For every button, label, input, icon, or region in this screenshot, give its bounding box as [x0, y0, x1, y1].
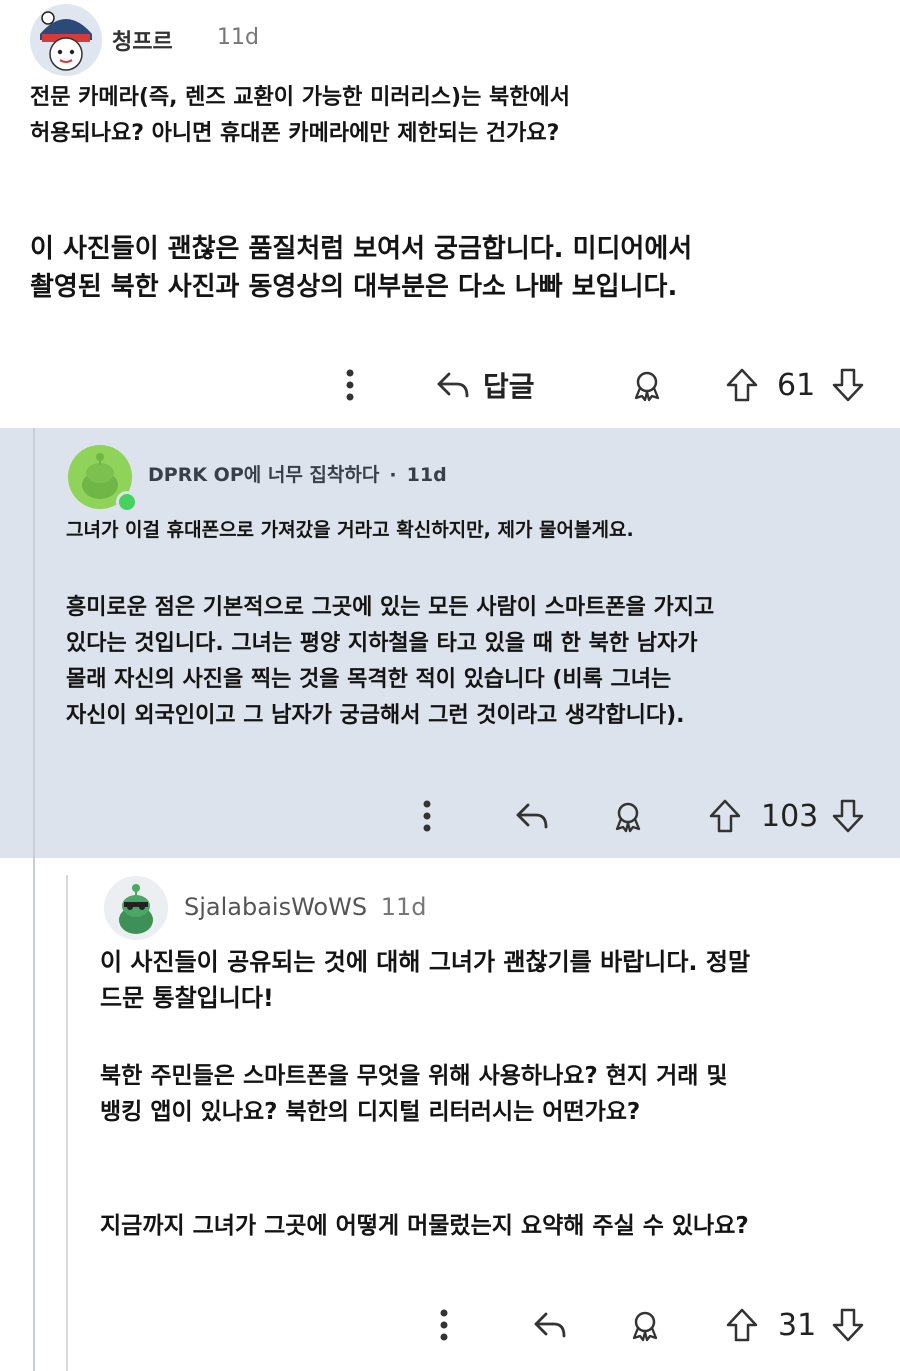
upvote-arrow-icon: [726, 1308, 758, 1342]
comment-body: 흥미로운 점은 기본적으로 그곳에 있는 모든 사람이 스마트폰을 가지고 있다…: [66, 590, 714, 734]
avatar[interactable]: [30, 4, 102, 76]
comment-body-question: 전문 카메라(즉, 렌즈 교환이 가능한 미러리스)는 북한에서 허용되나요? …: [30, 80, 570, 152]
text-line: 몰래 자신의 사진을 찍는 것을 목격한 적이 있습니다 (비록 그녀는: [66, 667, 672, 692]
comment-header: DPRK OP에 너무 집착하다 · 11d: [148, 460, 447, 487]
more-options-button[interactable]: [429, 1302, 459, 1348]
reply-button[interactable]: [510, 793, 554, 839]
upvote-button[interactable]: [705, 793, 745, 839]
upvote-button[interactable]: [722, 1302, 762, 1348]
downvote-button[interactable]: [828, 1302, 868, 1348]
thread-line: [33, 428, 35, 1371]
comment-author[interactable]: SjalabaisWoWS: [184, 893, 367, 921]
text-line: 이 사진들이 괜찮은 품질처럼 보여서 궁금합니다. 미디어에서: [30, 234, 693, 264]
reply-button[interactable]: 답글: [435, 360, 550, 410]
text-line: 촬영된 북한 사진과 동영상의 대부분은 다소 나빠 보입니다.: [30, 272, 678, 302]
comment-author[interactable]: DPRK OP에 너무 집착하다: [148, 464, 379, 486]
comment-header: SjalabaisWoWS 11d: [184, 893, 427, 921]
thread-line-nested: [66, 875, 68, 1371]
avatar[interactable]: [104, 876, 168, 940]
award-icon: [634, 371, 660, 402]
text-line: 북한 주민들은 스마트폰을 무엇을 위해 사용하나요? 현지 거래 및: [100, 1063, 728, 1089]
reply-arrow-icon: [437, 372, 469, 398]
reply-arrow-icon: [516, 803, 548, 829]
text-line: 드문 통찰입니다!: [100, 984, 274, 1012]
comment-body-para-3: 지금까지 그녀가 그곳에 어떻게 머물렀는지 요약해 주실 수 있나요?: [100, 1213, 749, 1239]
avatar-image: [30, 4, 102, 76]
upvote-arrow-icon: [709, 799, 741, 833]
downvote-arrow-icon: [832, 799, 864, 833]
award-button[interactable]: [625, 362, 669, 408]
vote-count: 31: [778, 1308, 817, 1343]
text-line: 흥미로운 점은 기본적으로 그곳에 있는 모든 사람이 스마트폰을 가지고: [66, 595, 715, 620]
downvote-arrow-icon: [832, 1308, 864, 1342]
more-vertical-icon: [423, 800, 431, 832]
vote-count: 61: [777, 368, 816, 403]
comment-timestamp: 11d: [380, 893, 427, 921]
upvote-button[interactable]: [722, 362, 762, 408]
comment-intro: 그녀가 이걸 휴대폰으로 가져갔을 거라고 확신하지만, 제가 물어볼게요.: [66, 519, 634, 541]
comment-author[interactable]: 청프르: [112, 24, 173, 56]
award-icon: [632, 1311, 658, 1342]
more-vertical-icon: [346, 369, 354, 401]
award-button[interactable]: [623, 1302, 667, 1348]
more-options-button[interactable]: [335, 362, 365, 408]
more-vertical-icon: [440, 1309, 448, 1341]
award-button[interactable]: [606, 793, 650, 839]
reply-button[interactable]: [528, 1302, 572, 1348]
text-line: 자신이 외국인이고 그 남자가 궁금해서 그런 것이라고 생각합니다).: [66, 703, 685, 728]
reply-arrow-icon: [534, 1312, 566, 1338]
text-line: 전문 카메라(즉, 렌즈 교환이 가능한 미러리스)는 북한에서: [30, 85, 570, 110]
comment-timestamp: 11d: [217, 25, 259, 50]
comment-timestamp: 11d: [406, 464, 447, 486]
text-line: 뱅킹 앱이 있나요? 북한의 디지털 리터러시는 어떤가요?: [100, 1099, 641, 1125]
comment-body-para-1: 이 사진들이 공유되는 것에 대해 그녀가 괜찮기를 바랍니다. 정말 드문 통…: [100, 944, 750, 1016]
more-options-button[interactable]: [412, 793, 442, 839]
comment-body-followup: 이 사진들이 괜찮은 품질처럼 보여서 궁금합니다. 미디어에서 촬영된 북한 …: [30, 230, 692, 306]
text-line: 허용되나요? 아니면 휴대폰 카메라에만 제한되는 건가요?: [30, 121, 560, 146]
upvote-arrow-icon: [726, 368, 758, 402]
downvote-button[interactable]: [828, 362, 868, 408]
comment-body-para-2: 북한 주민들은 스마트폰을 무엇을 위해 사용하나요? 현지 거래 및 뱅킹 앱…: [100, 1058, 728, 1130]
vote-count: 103: [761, 799, 819, 834]
downvote-button[interactable]: [828, 793, 868, 839]
online-status-dot: [116, 491, 138, 513]
award-icon: [615, 802, 641, 833]
snoo-avatar-icon: [104, 876, 168, 940]
reply-label: 답글: [483, 370, 535, 403]
separator-dot: ·: [389, 464, 397, 486]
downvote-arrow-icon: [832, 368, 864, 402]
text-line: 이 사진들이 공유되는 것에 대해 그녀가 괜찮기를 바랍니다. 정말: [100, 948, 751, 976]
text-line: 있다는 것입니다. 그녀는 평양 지하철을 타고 있을 때 한 북한 남자가: [66, 631, 698, 656]
